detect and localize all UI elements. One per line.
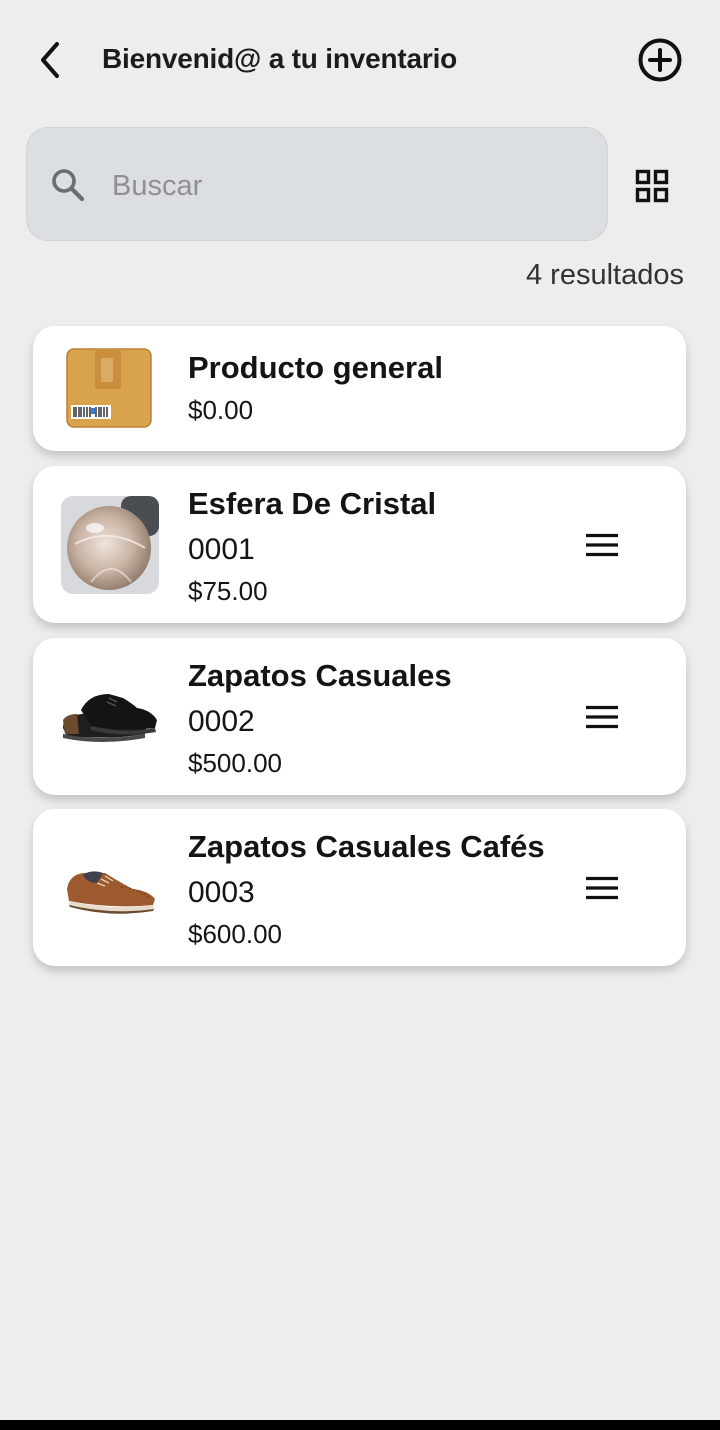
menu-icon	[586, 533, 618, 557]
product-price: $0.00	[188, 395, 254, 425]
chevron-left-icon	[41, 42, 59, 78]
product-code: 0003	[188, 876, 255, 909]
results-count: 4 resultados	[526, 259, 684, 291]
grid-view-icon	[635, 169, 669, 203]
product-code: 0002	[188, 705, 255, 738]
page-title: Bienvenid@ a tu inventario	[102, 43, 458, 74]
product-price: $600.00	[188, 919, 282, 949]
crystal-ball-photo	[61, 496, 159, 594]
plus-circle-icon	[638, 38, 682, 82]
system-navigation-bar	[0, 1420, 720, 1430]
product-name: Esfera De Cristal	[188, 486, 437, 521]
search-input[interactable]	[110, 162, 584, 210]
grid-view-toggle[interactable]	[630, 164, 674, 208]
product-card[interactable]: Zapatos Casuales 0002 $500.00	[33, 638, 686, 795]
brown-shoe-photo	[67, 871, 155, 914]
drag-handle-button[interactable]	[580, 695, 624, 739]
drag-handle-button[interactable]	[580, 866, 624, 910]
product-name: Zapatos Casuales	[188, 658, 452, 693]
menu-icon	[586, 705, 618, 729]
product-card[interactable]: Esfera De Cristal 0001 $75.00	[33, 466, 686, 623]
product-card[interactable]: Zapatos Casuales Cafés 0003 $600.00	[33, 809, 686, 966]
back-button[interactable]	[28, 38, 72, 82]
black-shoe-photo	[63, 694, 157, 742]
product-card[interactable]: Producto general $0.00	[33, 326, 686, 451]
add-product-button[interactable]	[636, 36, 684, 84]
drag-handle-button[interactable]	[580, 523, 624, 567]
product-code: 0001	[188, 533, 255, 566]
product-name: Zapatos Casuales Cafés	[188, 829, 545, 864]
product-price: $75.00	[188, 576, 268, 606]
menu-icon	[586, 876, 618, 900]
product-price: $500.00	[188, 748, 282, 778]
box-icon	[66, 348, 152, 428]
product-name: Producto general	[188, 350, 443, 385]
search-icon	[52, 169, 85, 202]
